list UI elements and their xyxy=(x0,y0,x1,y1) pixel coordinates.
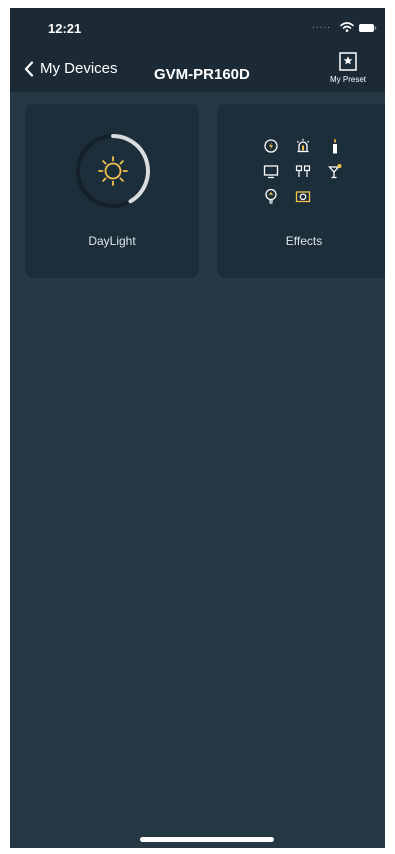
tv-icon xyxy=(263,165,279,179)
back-button[interactable]: My Devices xyxy=(24,60,118,77)
daylight-dial-icon xyxy=(76,134,150,208)
sun-icon xyxy=(98,156,128,186)
siren-icon xyxy=(296,138,310,153)
effects-tile[interactable]: Effects xyxy=(217,104,385,278)
daylight-tile[interactable]: DayLight xyxy=(25,104,199,278)
wifi-icon xyxy=(340,22,354,32)
bulb-icon xyxy=(265,188,277,204)
effects-icon-grid xyxy=(261,136,351,208)
lightning-icon xyxy=(264,139,278,153)
app-screen: 12:21 ..... My Devices GVM-PR160D My Pre… xyxy=(10,8,385,848)
cocktail-icon xyxy=(328,164,342,179)
candle-icon xyxy=(333,138,337,154)
camera-flash-icon xyxy=(295,191,311,203)
page-title: GVM-PR160D xyxy=(154,66,250,83)
back-label: My Devices xyxy=(40,60,118,77)
battery-icon xyxy=(359,24,377,32)
status-time: 12:21 xyxy=(48,21,82,36)
header: 12:21 ..... My Devices GVM-PR160D My Pre… xyxy=(10,8,385,92)
my-preset-button[interactable]: My Preset xyxy=(316,48,380,90)
bookmark-star-icon xyxy=(339,52,357,71)
chevron-left-icon xyxy=(24,60,34,77)
my-preset-label: My Preset xyxy=(329,75,366,84)
signal-dots: ..... xyxy=(312,20,331,31)
daylight-label: DayLight xyxy=(88,234,136,248)
paparazzi-icon xyxy=(295,165,311,177)
home-indicator[interactable] xyxy=(140,837,274,842)
effects-label: Effects xyxy=(285,234,323,248)
